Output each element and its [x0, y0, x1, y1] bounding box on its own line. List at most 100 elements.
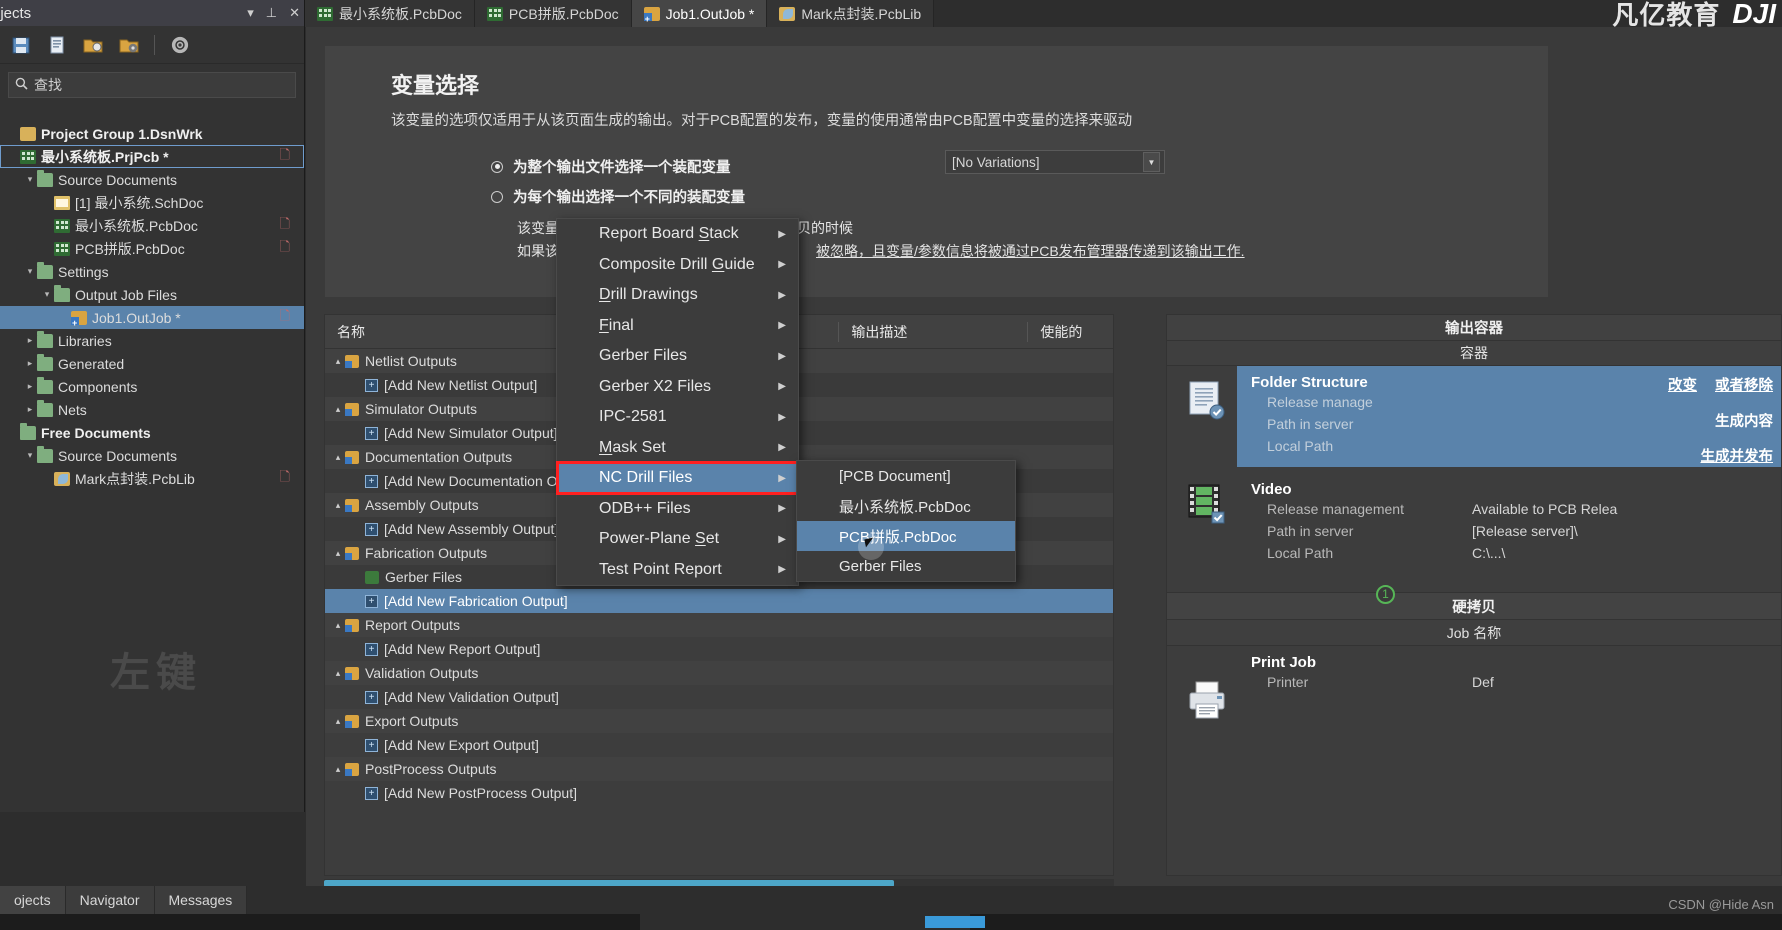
tree-expander-icon[interactable]: ▾	[40, 289, 54, 300]
search-input[interactable]: 查找	[8, 72, 296, 98]
tree-expander-icon[interactable]: ▾	[23, 174, 37, 185]
submenu-item[interactable]: [PCB Document]	[797, 461, 1015, 491]
context-menu-item[interactable]: Report Board Stack ▶	[557, 219, 798, 250]
add-output-icon[interactable]: +	[365, 690, 378, 704]
outputs-add-row[interactable]: + [Add New Export Output]	[325, 733, 1113, 757]
group-expander-icon[interactable]: ▴	[331, 716, 345, 727]
tree-item[interactable]: ▾ Source Documents	[0, 444, 304, 467]
group-expander-icon[interactable]: ▴	[331, 404, 345, 415]
context-menu-item[interactable]: ODB++ Files ▶	[557, 494, 798, 525]
tree-item[interactable]: ▸Mark点封装.PcbLib🗋	[0, 467, 304, 490]
radio-whole-output[interactable]: 为整个输出文件选择一个装配变量	[491, 156, 731, 177]
add-output-icon[interactable]: +	[365, 786, 378, 800]
document-tab[interactable]: Mark点封装.PcbLib	[767, 0, 935, 27]
tree-item[interactable]: ▾ Output Job Files	[0, 283, 304, 306]
outputs-add-row[interactable]: + [Add New Report Output]	[325, 637, 1113, 661]
chevron-down-icon[interactable]: ▼	[1143, 152, 1160, 172]
chevron-down-icon[interactable]: ▾	[247, 5, 254, 21]
group-expander-icon[interactable]: ▴	[331, 500, 345, 511]
pin-icon[interactable]: ⊥	[266, 5, 277, 21]
outputs-add-row[interactable]: + [Add New Validation Output]	[325, 685, 1113, 709]
add-output-icon[interactable]: +	[365, 426, 378, 440]
context-menu-item[interactable]: IPC-2581 ▶	[557, 402, 798, 433]
remove-container-link[interactable]: 或者移除	[1715, 374, 1773, 395]
fabrication-output-context-menu[interactable]: Report Board Stack ▶ Composite Drill Guide…	[556, 218, 809, 586]
variant-description: 该变量的选项仅适用于从该页面生成的输出。对于PCB配置的发布，变量的使用通常由P…	[391, 113, 1133, 129]
outputs-group-row[interactable]: ▴ Report Outputs	[325, 613, 1113, 637]
tree-item[interactable]: ▸Free Documents	[0, 421, 304, 444]
outputs-add-row[interactable]: + [Add New Fabrication Output]	[325, 589, 1113, 613]
context-menu-item[interactable]: Drill Drawings ▶	[557, 280, 798, 311]
group-expander-icon[interactable]: ▴	[331, 620, 345, 631]
context-menu-item[interactable]: Final ▶	[557, 311, 798, 342]
document-tab[interactable]: PCB拼版.PcbDoc	[474, 0, 632, 27]
save-icon[interactable]	[10, 34, 32, 56]
document-tabs[interactable]: 最小系统板.PcbDoc PCB拼版.PcbDoc Job1.OutJob * Mar…	[305, 0, 1782, 27]
hardcopy-print-job[interactable]: Print Job Printer Def	[1237, 646, 1781, 703]
radio-per-output[interactable]: 为每个输出选择一个不同的装配变量	[491, 186, 745, 207]
tree-item[interactable]: ▸Job1.OutJob *🗋	[0, 306, 304, 329]
document-tab[interactable]: Job1.OutJob *	[631, 0, 768, 27]
tree-item[interactable]: ▸Project Group 1.DsnWrk	[0, 122, 304, 145]
generate-publish-link[interactable]: 生成并发布	[1701, 445, 1774, 466]
submenu-item[interactable]: PCB拼版.PcbDoc	[797, 521, 1015, 551]
folder-options-icon[interactable]	[118, 34, 140, 56]
add-output-icon[interactable]: +	[365, 642, 378, 656]
tree-expander-icon[interactable]: ▸	[23, 381, 37, 392]
context-menu-item[interactable]: Test Point Report ▶	[557, 555, 798, 586]
tree-expander-icon[interactable]: ▸	[23, 404, 37, 415]
group-expander-icon[interactable]: ▴	[331, 764, 345, 775]
add-output-icon[interactable]: +	[365, 474, 378, 488]
taskbar-window[interactable]	[640, 914, 985, 930]
tree-expander-icon[interactable]: ▾	[23, 266, 37, 277]
variation-select[interactable]: [No Variations] ▼	[945, 150, 1165, 174]
outputs-add-row[interactable]: + [Add New PostProcess Output]	[325, 781, 1113, 805]
tree-item[interactable]: ▾ Settings	[0, 260, 304, 283]
group-expander-icon[interactable]: ▴	[331, 356, 345, 367]
group-expander-icon[interactable]: ▴	[331, 668, 345, 679]
status-tab[interactable]: ojects	[0, 886, 66, 914]
context-menu-item[interactable]: Power-Plane Set ▶	[557, 524, 798, 555]
context-menu-item[interactable]: Composite Drill Guide ▶	[557, 250, 798, 281]
generate-content-link[interactable]: 生成内容	[1715, 410, 1773, 431]
add-output-icon[interactable]: +	[365, 378, 378, 392]
submenu-item[interactable]: 最小系统板.PcbDoc	[797, 491, 1015, 521]
context-menu-item[interactable]: NC Drill Files ▶	[556, 461, 809, 495]
tree-item[interactable]: ▸ Generated	[0, 352, 304, 375]
document-icon[interactable]	[46, 34, 68, 56]
status-tab[interactable]: Navigator	[65, 886, 155, 914]
tree-expander-icon[interactable]: ▸	[23, 358, 37, 369]
document-tab[interactable]: 最小系统板.PcbDoc	[305, 0, 475, 27]
context-menu-item[interactable]: Gerber Files ▶	[557, 341, 798, 372]
tree-item[interactable]: ▸最小系统板.PcbDoc🗋	[0, 214, 304, 237]
close-icon[interactable]: ✕	[289, 5, 300, 21]
group-expander-icon[interactable]: ▴	[331, 452, 345, 463]
outputs-group-row[interactable]: ▴ PostProcess Outputs	[325, 757, 1113, 781]
tree-item[interactable]: ▸ Nets	[0, 398, 304, 421]
project-tree[interactable]: ▸Project Group 1.DsnWrk▸最小系统板.PrjPcb *🗋▾…	[0, 112, 304, 812]
add-output-icon[interactable]: +	[365, 522, 378, 536]
context-menu-item[interactable]: Gerber X2 Files ▶	[557, 372, 798, 403]
tree-item[interactable]: ▸ Libraries	[0, 329, 304, 352]
tree-expander-icon[interactable]: ▾	[23, 450, 37, 461]
container-video[interactable]: Video Release management Available to PC…	[1237, 473, 1781, 574]
change-container-link[interactable]: 改变	[1668, 374, 1697, 395]
open-folder-icon[interactable]	[82, 34, 104, 56]
outputs-group-row[interactable]: ▴ Validation Outputs	[325, 661, 1113, 685]
context-menu-item[interactable]: Mask Set ▶	[557, 433, 798, 464]
add-output-icon[interactable]: +	[365, 738, 378, 752]
tree-item[interactable]: ▸ Components	[0, 375, 304, 398]
tree-item[interactable]: ▸PCB拼版.PcbDoc🗋	[0, 237, 304, 260]
status-tab[interactable]: Messages	[154, 886, 248, 914]
submenu-item[interactable]: Gerber Files	[797, 551, 1015, 581]
container-folder-structure[interactable]: Folder Structure 改变 或者移除 Release manage …	[1237, 366, 1781, 467]
tree-expander-icon[interactable]: ▸	[23, 335, 37, 346]
nc-drill-files-submenu[interactable]: [PCB Document] 最小系统板.PcbDoc PCB拼版.PcbDoc Ge…	[796, 460, 1016, 582]
tree-item[interactable]: ▸最小系统板.PrjPcb *🗋	[0, 145, 304, 168]
outputs-group-row[interactable]: ▴ Export Outputs	[325, 709, 1113, 733]
tree-item[interactable]: ▾ Source Documents	[0, 168, 304, 191]
gear-icon[interactable]	[169, 34, 191, 56]
group-expander-icon[interactable]: ▴	[331, 548, 345, 559]
tree-item[interactable]: ▸[1] 最小系统.SchDoc	[0, 191, 304, 214]
add-output-icon[interactable]: +	[365, 594, 378, 608]
